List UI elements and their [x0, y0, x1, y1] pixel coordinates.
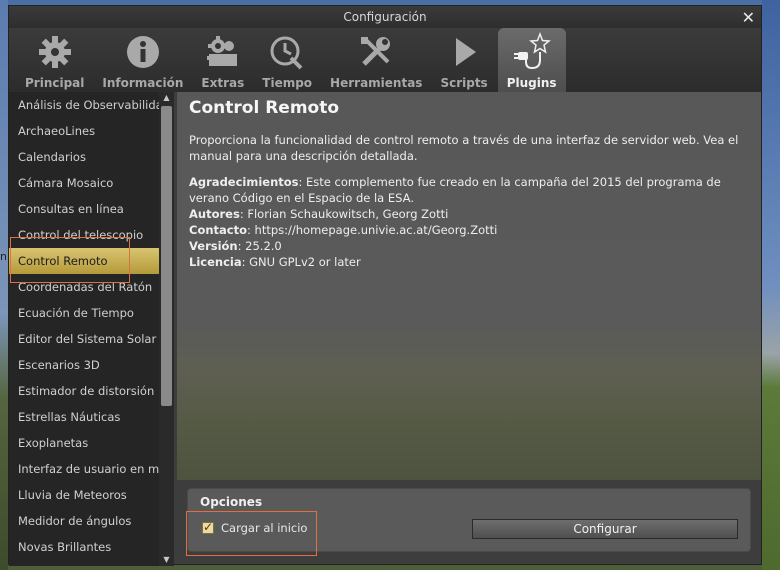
- tools-icon: [356, 32, 396, 72]
- tab-label: Tiempo: [262, 76, 313, 90]
- tab-label: Plugins: [506, 76, 557, 90]
- checkmark-icon: ✓: [203, 520, 214, 534]
- options-title: Opciones: [200, 495, 263, 509]
- play-icon: [444, 32, 484, 72]
- list-item[interactable]: Exoplanetas: [9, 430, 174, 456]
- plugin-list: Análisis de Observabilidad ArchaeoLines …: [9, 92, 174, 566]
- list-item[interactable]: Medidor de ángulos: [9, 508, 174, 534]
- authors-label: Autores: [189, 207, 240, 221]
- plugin-title: Control Remoto: [189, 98, 340, 118]
- plugin-license: Licencia: GNU GPLv2 or later: [189, 254, 751, 270]
- options-group: Opciones ✓ Cargar al inicio Configurar: [187, 488, 751, 552]
- plugin-description: Proporciona la funcionalidad de control …: [189, 133, 739, 163]
- list-item[interactable]: Cámara Mosaico: [9, 170, 174, 196]
- tab-herramientas[interactable]: Herramientas: [322, 28, 430, 92]
- list-item[interactable]: Estimador de distorsión ...: [9, 378, 174, 404]
- list-item[interactable]: Consultas en línea: [9, 196, 174, 222]
- plugin-details: Control Remoto Proporciona la funcionali…: [177, 92, 761, 480]
- list-item[interactable]: Lluvia de Meteoros: [9, 482, 174, 508]
- contact-value: : https://homepage.univie.ac.at/Georg.Zo…: [247, 223, 498, 237]
- configuration-dialog: Configuración ✕ Principal Información Ex…: [8, 5, 762, 566]
- title-bar[interactable]: Configuración ✕: [9, 6, 761, 28]
- authors-value: : Florian Schaukowitsch, Georg Zotti: [239, 207, 449, 221]
- license-value: : GNU GPLv2 or later: [241, 255, 361, 269]
- plugin-acknowledgements: Agradecimientos: Este complemento fue cr…: [189, 174, 751, 206]
- tab-principal[interactable]: Principal: [17, 28, 92, 92]
- checkbox-box[interactable]: ✓: [202, 520, 214, 534]
- scroll-up-icon[interactable]: ▲: [159, 92, 174, 104]
- list-item[interactable]: Control del telescopio: [9, 222, 174, 248]
- background-edge-right: [762, 0, 780, 570]
- info-icon: [123, 32, 163, 72]
- list-item[interactable]: Editor del Sistema Solar: [9, 326, 174, 352]
- tab-label: Herramientas: [330, 76, 423, 90]
- gear-icon: [35, 32, 75, 72]
- clock-wrench-icon: [267, 32, 307, 72]
- plugin-version: Versión: 25.2.0: [189, 238, 751, 254]
- contact-label: Contacto: [189, 223, 247, 237]
- version-label: Versión: [189, 239, 238, 253]
- list-item[interactable]: Escenarios 3D: [9, 352, 174, 378]
- tab-plugins[interactable]: Plugins: [497, 28, 566, 92]
- tab-tiempo[interactable]: Tiempo: [254, 28, 320, 92]
- dialog-body: Análisis de Observabilidad ArchaeoLines …: [9, 92, 761, 566]
- plug-star-icon: [512, 32, 552, 72]
- scroll-down-icon[interactable]: ▼: [159, 554, 174, 566]
- tab-label: Extras: [201, 76, 245, 90]
- plugin-authors: Autores: Florian Schaukowitsch, Georg Zo…: [189, 206, 751, 222]
- version-value: : 25.2.0: [237, 239, 282, 253]
- list-item[interactable]: Análisis de Observabilidad: [9, 92, 174, 118]
- list-item[interactable]: Coordenadas del Ratón: [9, 274, 174, 300]
- tab-label: Scripts: [440, 76, 488, 90]
- list-item[interactable]: Estrellas Náuticas: [9, 404, 174, 430]
- plugin-list-scrollbar[interactable]: ▲ ▼: [159, 92, 174, 566]
- window-title: Configuración: [343, 10, 427, 24]
- puzzle-gear-icon: [203, 32, 243, 72]
- background-stray-char: n: [0, 250, 7, 263]
- list-item[interactable]: Calendarios: [9, 144, 174, 170]
- load-at-startup-checkbox[interactable]: ✓ Cargar al inicio: [202, 520, 308, 535]
- background-edge-left: [0, 0, 8, 570]
- tab-scripts[interactable]: Scripts: [432, 28, 495, 92]
- list-item-selected[interactable]: Control Remoto: [9, 248, 174, 274]
- tab-label: Principal: [25, 76, 85, 90]
- plugin-contact: Contacto: https://homepage.univie.ac.at/…: [189, 222, 751, 238]
- license-label: Licencia: [189, 255, 242, 269]
- tab-informacion[interactable]: Información: [94, 28, 191, 92]
- tab-label: Información: [102, 76, 184, 90]
- tab-bar: Principal Información Extras Tiempo Herr…: [9, 28, 761, 92]
- configure-button[interactable]: Configurar: [472, 519, 738, 539]
- list-item[interactable]: Interfaz de usuario en m...: [9, 456, 174, 482]
- checkbox-label: Cargar al inicio: [221, 521, 308, 535]
- list-item[interactable]: ArchaeoLines: [9, 118, 174, 144]
- ack-label: Agradecimientos: [189, 175, 299, 189]
- list-item[interactable]: Ecuación de Tiempo: [9, 300, 174, 326]
- close-icon[interactable]: ✕: [742, 7, 755, 29]
- list-item[interactable]: Novas Brillantes: [9, 534, 174, 560]
- tab-extras[interactable]: Extras: [193, 28, 252, 92]
- scrollbar-thumb[interactable]: [161, 106, 172, 406]
